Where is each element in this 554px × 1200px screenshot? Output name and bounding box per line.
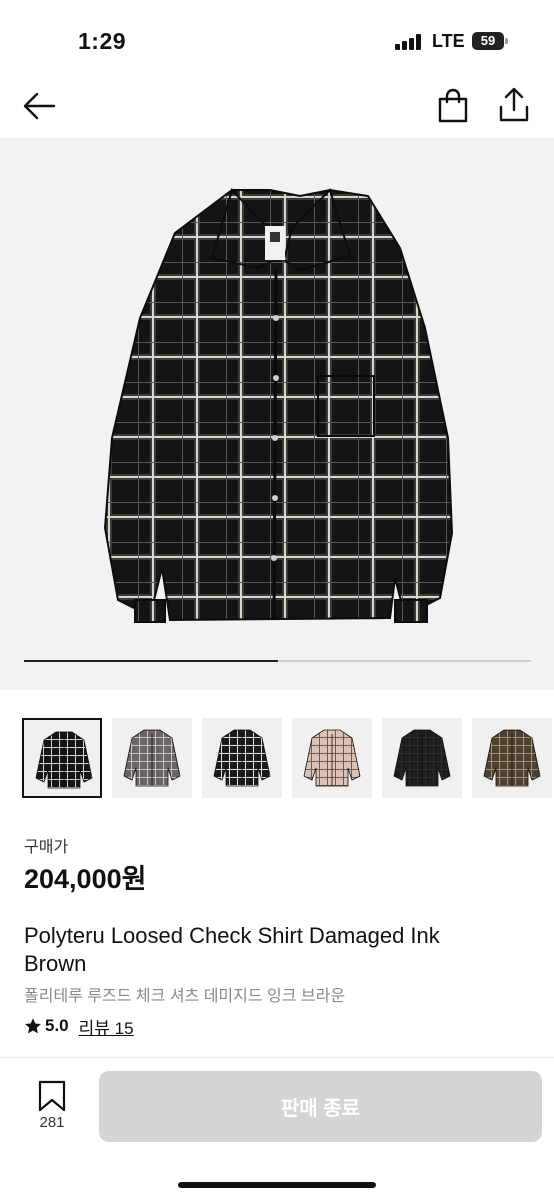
thumbnail-grey-check-shirt[interactable] xyxy=(112,718,192,798)
thumbnail-solid-black-shirt[interactable] xyxy=(382,718,462,798)
shopping-bag-icon xyxy=(438,88,468,123)
review-count-link[interactable]: 리뷰 15 xyxy=(79,1014,134,1039)
thumbnail-brown-check-shirt[interactable] xyxy=(472,718,552,798)
battery-level: 59 xyxy=(480,33,496,48)
top-nav xyxy=(0,80,554,136)
thumbnail-black-check-shirt[interactable] xyxy=(22,718,102,798)
shirt-thumbnail-image xyxy=(303,729,361,787)
shirt-thumbnail-image xyxy=(35,731,93,789)
star-icon xyxy=(25,1018,41,1034)
product-photo xyxy=(103,188,454,623)
price-value: 204,000원 xyxy=(24,864,147,894)
status-bar: 1:29 LTE 59 xyxy=(0,0,554,80)
bookmark-icon xyxy=(38,1080,66,1112)
sold-out-button[interactable]: 판매 종료 xyxy=(99,1071,542,1142)
product-image-gallery[interactable] xyxy=(0,138,554,690)
shirt-thumbnail-image xyxy=(483,729,541,787)
bookmark-count: 281 xyxy=(39,1114,65,1131)
rating-value: 5.0 xyxy=(45,1016,69,1035)
price-label: 구매가 xyxy=(24,839,69,856)
network-type: LTE xyxy=(432,31,465,51)
gallery-progress-bar xyxy=(24,660,531,662)
shirt-thumbnail-image xyxy=(393,729,451,787)
arrow-left-icon xyxy=(23,92,56,120)
thumbnail-strip[interactable] xyxy=(22,718,554,800)
product-subtitle-korean: 폴리테루 루즈드 체크 셔츠 데미지드 잉크 브라운 xyxy=(24,988,346,1005)
shirt-thumbnail-image xyxy=(213,729,271,787)
shirt-thumbnail-image xyxy=(123,729,181,787)
rating-row: 5.0 리뷰 15 xyxy=(24,1014,134,1039)
bookmark-button[interactable]: 281 xyxy=(30,1080,74,1136)
battery-icon: 59 xyxy=(472,32,508,50)
product-title: Polyteru Loosed Check Shirt Damaged Ink … xyxy=(24,923,440,976)
shopping-bag-button[interactable] xyxy=(436,88,470,124)
thumbnail-black-white-check-shirt[interactable] xyxy=(202,718,282,798)
share-button[interactable] xyxy=(496,86,532,124)
home-indicator xyxy=(178,1182,376,1188)
back-button[interactable] xyxy=(22,88,58,124)
signal-strength-icon xyxy=(395,34,423,50)
divider xyxy=(0,1057,554,1058)
gallery-progress-fill xyxy=(24,660,278,662)
status-time: 1:29 xyxy=(78,28,127,54)
share-icon xyxy=(499,87,529,122)
thumbnail-pink-beige-check-shirt[interactable] xyxy=(292,718,372,798)
